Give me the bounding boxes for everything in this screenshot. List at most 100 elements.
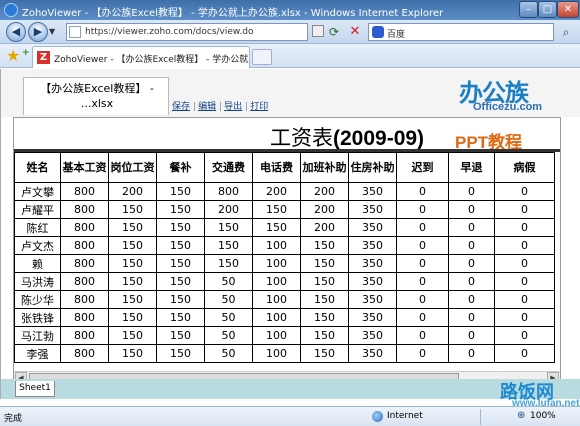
table-cell[interactable]: 200 — [204, 200, 253, 219]
table-cell[interactable]: 0 — [448, 200, 495, 219]
table-cell[interactable]: 150 — [156, 326, 205, 345]
table-cell[interactable]: 350 — [348, 308, 397, 327]
table-cell[interactable]: 350 — [348, 254, 397, 273]
table-cell[interactable]: 200 — [300, 200, 349, 219]
table-cell[interactable]: 0 — [448, 326, 495, 345]
table-cell[interactable]: 800 — [60, 236, 109, 255]
table-cell[interactable]: 150 — [156, 200, 205, 219]
close-button[interactable]: ✕ — [557, 1, 579, 18]
table-cell[interactable]: 150 — [156, 254, 205, 273]
table-cell[interactable]: 0 — [448, 182, 495, 201]
table-cell[interactable]: 350 — [348, 218, 397, 237]
stop-icon[interactable]: ✕ — [346, 23, 364, 41]
table-cell[interactable]: 150 — [108, 236, 157, 255]
table-cell[interactable]: 50 — [204, 344, 253, 363]
table-cell[interactable]: 0 — [448, 290, 495, 309]
table-cell[interactable]: 150 — [300, 326, 349, 345]
employee-name-cell[interactable]: 卢耀平 — [14, 200, 61, 219]
table-cell[interactable]: 800 — [204, 182, 253, 201]
zoom-level[interactable]: 100% — [530, 411, 556, 421]
table-cell[interactable]: 350 — [348, 344, 397, 363]
table-cell[interactable]: 50 — [204, 308, 253, 327]
table-cell[interactable]: 350 — [348, 326, 397, 345]
employee-name-cell[interactable]: 李强 — [14, 344, 61, 363]
search-icon[interactable]: ⌕ — [556, 23, 576, 41]
table-cell[interactable]: 100 — [252, 254, 301, 273]
table-cell[interactable]: 800 — [60, 182, 109, 201]
table-cell[interactable]: 0 — [494, 218, 555, 237]
table-cell[interactable]: 150 — [252, 218, 301, 237]
employee-name-cell[interactable]: 赖 — [14, 254, 61, 273]
table-cell[interactable]: 100 — [252, 344, 301, 363]
employee-name-cell[interactable]: 张铁锋 — [14, 308, 61, 327]
table-cell[interactable]: 200 — [300, 218, 349, 237]
table-cell[interactable]: 150 — [156, 272, 205, 291]
back-button[interactable]: ◀ — [6, 22, 26, 42]
table-cell[interactable]: 100 — [252, 236, 301, 255]
print-link[interactable]: 打印 — [250, 102, 268, 112]
favorites-star-icon[interactable]: ★ — [6, 47, 20, 65]
table-cell[interactable]: 100 — [252, 290, 301, 309]
edit-link[interactable]: 编辑 — [198, 102, 216, 112]
history-dropdown-icon[interactable]: ▼ — [49, 27, 55, 36]
employee-name-cell[interactable]: 陈红 — [14, 218, 61, 237]
table-cell[interactable]: 150 — [108, 254, 157, 273]
employee-name-cell[interactable]: 陈少华 — [14, 290, 61, 309]
table-cell[interactable]: 350 — [348, 200, 397, 219]
table-cell[interactable]: 150 — [300, 254, 349, 273]
security-zone[interactable]: Internet — [387, 411, 423, 421]
table-cell[interactable]: 150 — [156, 236, 205, 255]
employee-name-cell[interactable]: 卢文杰 — [14, 236, 61, 255]
table-cell[interactable]: 0 — [396, 272, 449, 291]
table-cell[interactable]: 150 — [156, 308, 205, 327]
table-cell[interactable]: 150 — [108, 308, 157, 327]
table-cell[interactable]: 350 — [348, 290, 397, 309]
table-cell[interactable]: 0 — [448, 308, 495, 327]
table-cell[interactable]: 150 — [300, 308, 349, 327]
table-cell[interactable]: 150 — [108, 290, 157, 309]
table-cell[interactable]: 350 — [348, 182, 397, 201]
employee-name-cell[interactable]: 马洪涛 — [14, 272, 61, 291]
url-input[interactable]: https://viewer.zoho.com/docs/view.do — [66, 23, 308, 41]
table-cell[interactable]: 0 — [396, 218, 449, 237]
table-cell[interactable]: 0 — [494, 182, 555, 201]
table-cell[interactable]: 200 — [108, 182, 157, 201]
add-favorite-icon[interactable]: + — [22, 48, 30, 58]
table-cell[interactable]: 150 — [108, 326, 157, 345]
table-cell[interactable]: 0 — [396, 254, 449, 273]
table-cell[interactable]: 0 — [494, 308, 555, 327]
table-cell[interactable]: 0 — [448, 344, 495, 363]
table-cell[interactable]: 150 — [300, 236, 349, 255]
refresh-icon[interactable]: ⟳ — [325, 23, 343, 41]
table-cell[interactable]: 200 — [252, 182, 301, 201]
table-cell[interactable]: 800 — [60, 308, 109, 327]
export-link[interactable]: 导出 — [224, 102, 242, 112]
table-cell[interactable]: 0 — [448, 272, 495, 291]
table-cell[interactable]: 100 — [252, 308, 301, 327]
zoom-icon[interactable]: ⊕ — [517, 410, 525, 421]
table-cell[interactable]: 0 — [396, 344, 449, 363]
table-cell[interactable]: 150 — [156, 290, 205, 309]
table-cell[interactable]: 150 — [204, 254, 253, 273]
table-cell[interactable]: 0 — [396, 308, 449, 327]
table-cell[interactable]: 0 — [396, 200, 449, 219]
forward-button[interactable]: ▶ — [28, 22, 48, 42]
table-cell[interactable]: 0 — [396, 326, 449, 345]
table-cell[interactable]: 800 — [60, 272, 109, 291]
document-tab[interactable]: 【办公族Excel教程】 - ...xlsx — [23, 77, 169, 115]
table-cell[interactable]: 800 — [60, 218, 109, 237]
table-cell[interactable]: 0 — [396, 182, 449, 201]
table-cell[interactable]: 0 — [494, 326, 555, 345]
table-cell[interactable]: 0 — [448, 218, 495, 237]
spreadsheet[interactable]: 工资表(2009-09) PPT教程 姓名 基本工资 岗位工资 餐补 交通费 电话费 加班补… — [13, 117, 561, 384]
search-input[interactable]: 百度 — [368, 23, 554, 41]
lock-icon[interactable] — [312, 25, 324, 37]
maximize-button[interactable]: □ — [538, 1, 557, 18]
table-cell[interactable]: 800 — [60, 254, 109, 273]
table-cell[interactable]: 150 — [300, 272, 349, 291]
employee-name-cell[interactable]: 卢文攀 — [14, 182, 61, 201]
table-cell[interactable]: 0 — [494, 344, 555, 363]
table-cell[interactable]: 150 — [300, 344, 349, 363]
table-cell[interactable]: 150 — [156, 182, 205, 201]
table-cell[interactable]: 0 — [494, 254, 555, 273]
